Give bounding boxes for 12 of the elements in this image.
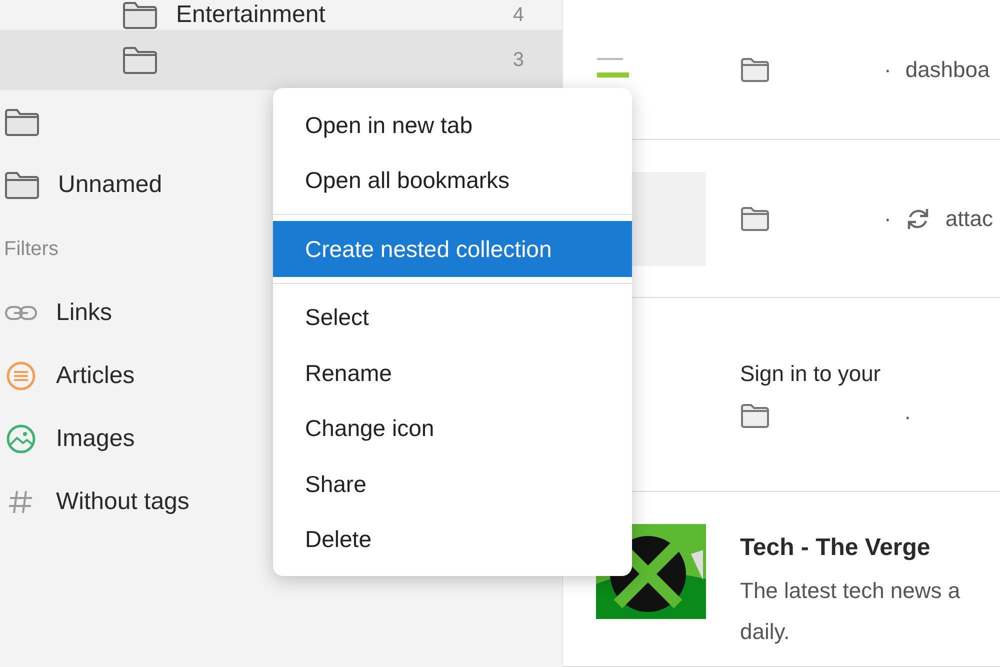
item-count: 4 — [512, 3, 524, 28]
bookmark-title: Tech - The Verge — [740, 533, 932, 563]
bookmark-description: daily. — [740, 618, 791, 646]
separator-dot: · — [904, 402, 912, 430]
separator-dot: · — [884, 205, 892, 233]
separator-dot: · — [884, 56, 892, 84]
section-heading: Filters — [4, 236, 58, 262]
bookmark-title: Sign in to your — [740, 360, 882, 388]
item-count: 3 — [512, 48, 524, 73]
bookmark-description: The latest tech news a — [740, 577, 960, 605]
bookmark-domain: dashboa — [905, 56, 990, 84]
bookmark-domain: attac — [945, 205, 994, 233]
